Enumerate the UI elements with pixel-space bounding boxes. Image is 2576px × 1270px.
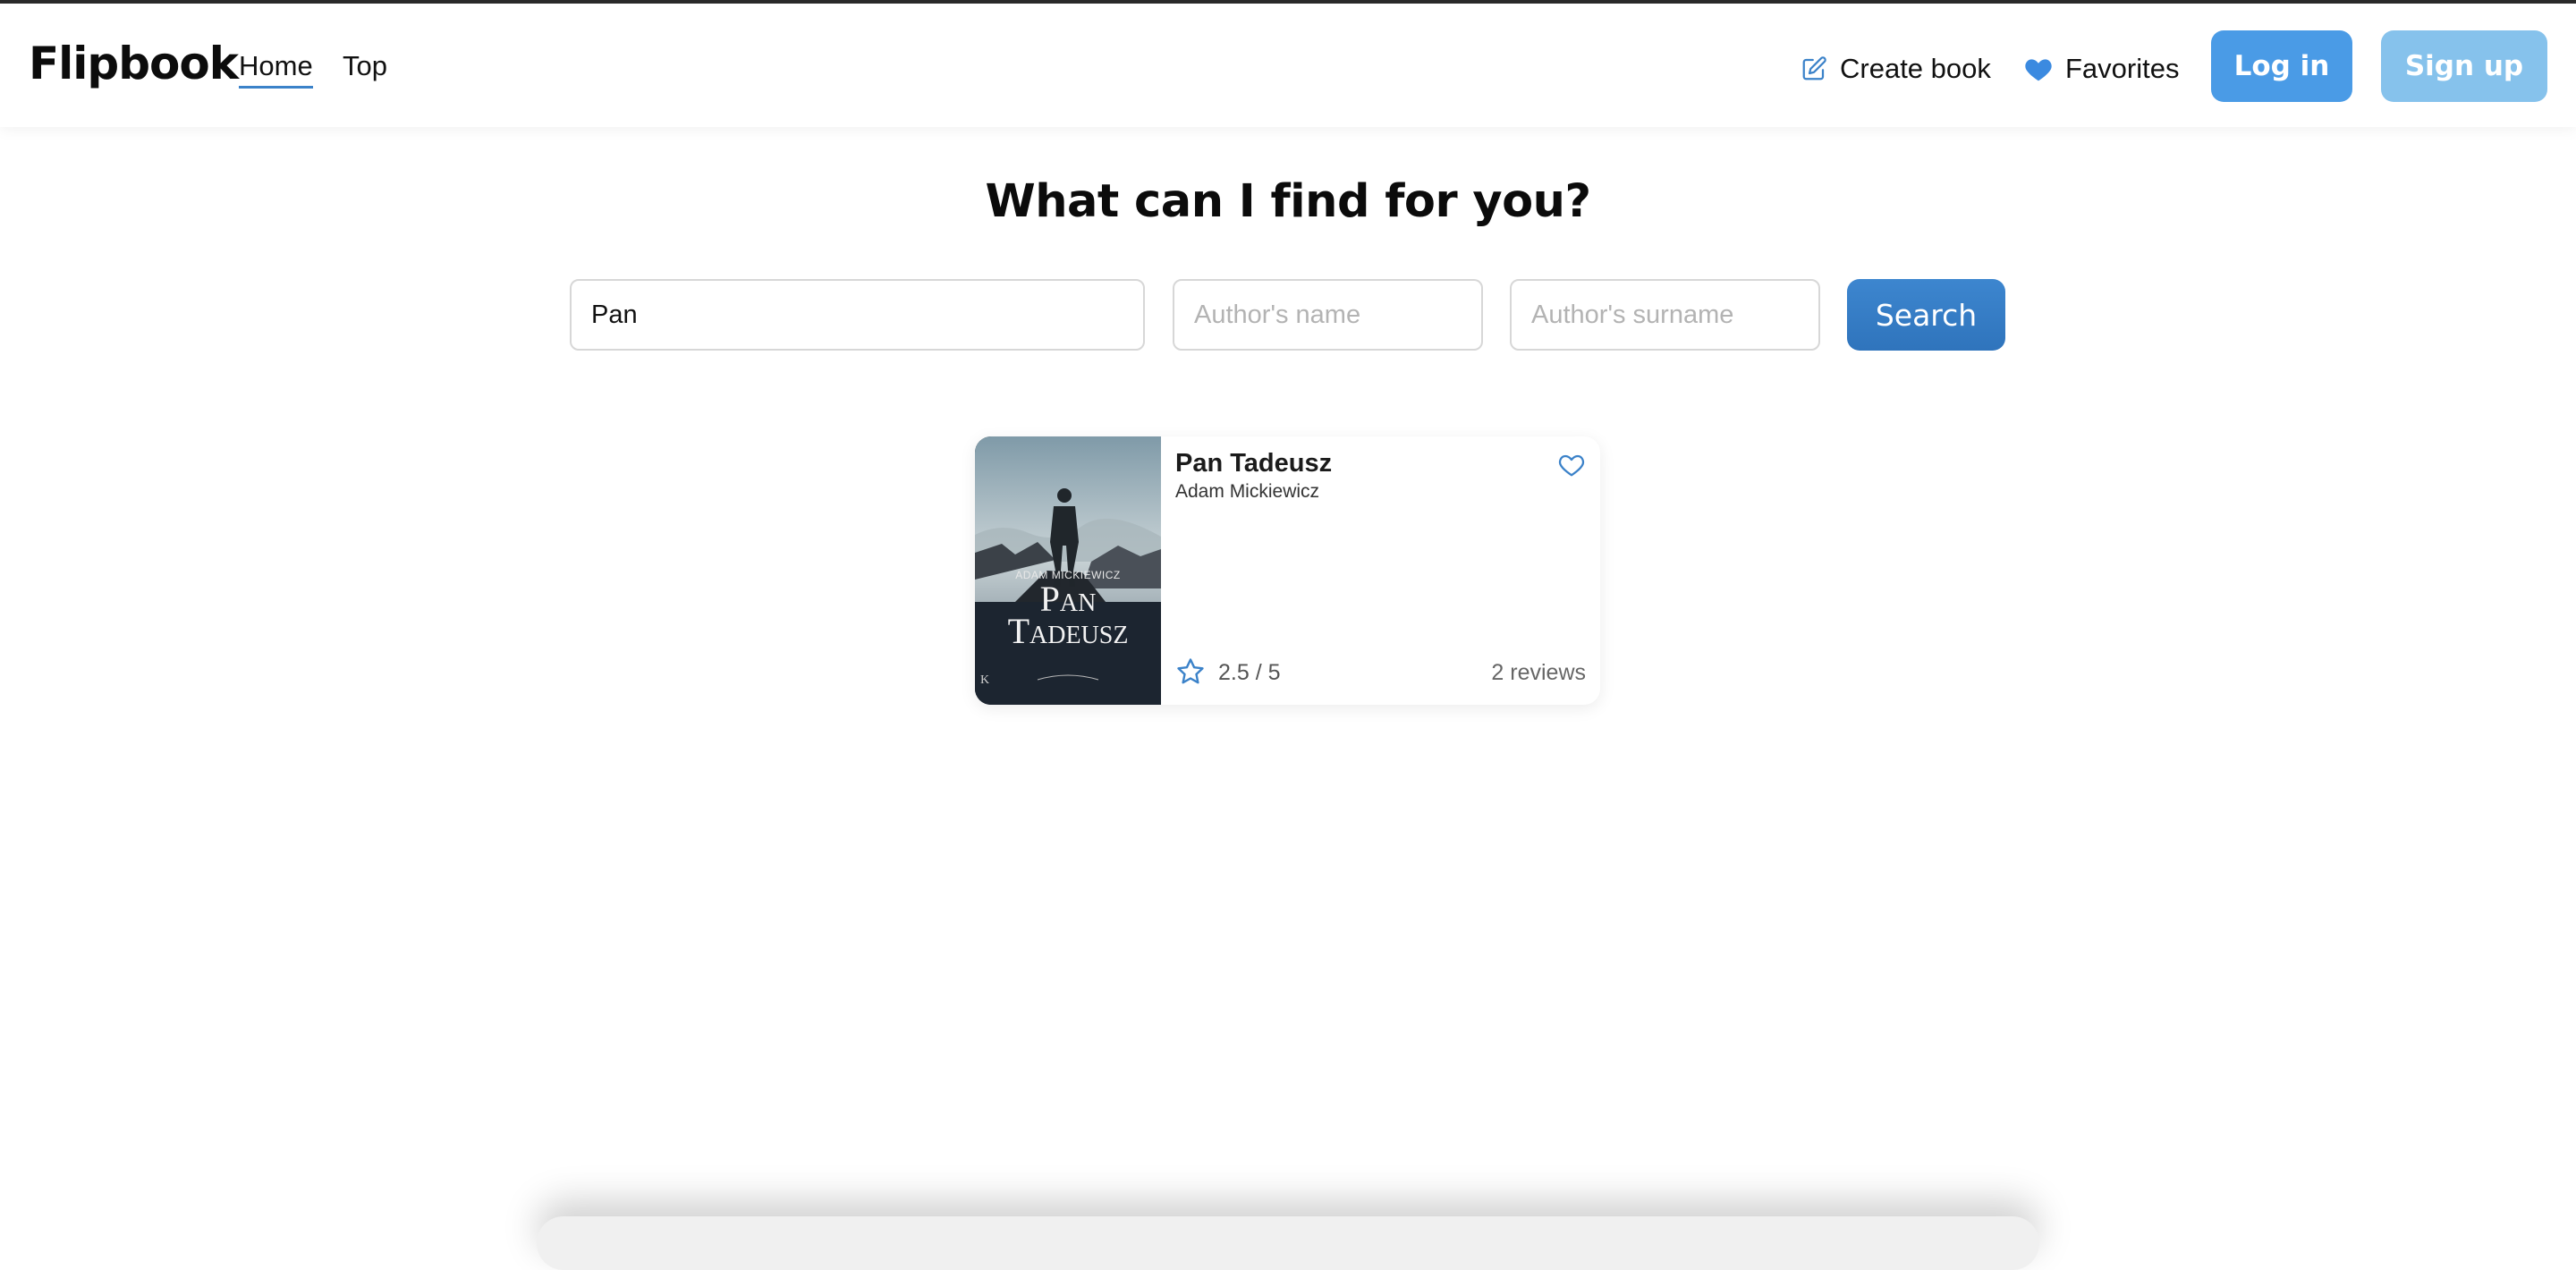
nav-top-link[interactable]: Top xyxy=(343,50,387,82)
author-name-input[interactable] xyxy=(1173,279,1483,351)
author-surname-input[interactable] xyxy=(1510,279,1820,351)
book-cover[interactable]: ADAM MICKIEWICZ Pan Tadeusz K xyxy=(975,436,1161,705)
star-outline-icon xyxy=(1175,656,1206,691)
book-author: Adam Mickiewicz xyxy=(1175,481,1320,502)
reviews-count[interactable]: 2 reviews xyxy=(1491,660,1586,686)
page-heading: What can I find for you? xyxy=(985,175,1591,228)
book-title[interactable]: Pan Tadeusz xyxy=(1175,449,1332,478)
create-book-label: Create book xyxy=(1840,53,1991,84)
heart-outline-icon[interactable] xyxy=(1558,453,1585,482)
cover-title-text: Pan Tadeusz xyxy=(1007,579,1129,651)
rating-value: 2.5 / 5 xyxy=(1218,660,1281,685)
edit-icon xyxy=(1801,55,1827,82)
title-search-input[interactable] xyxy=(570,279,1145,351)
nav-home-link[interactable]: Home xyxy=(239,50,313,89)
search-button[interactable]: Search xyxy=(1847,279,2005,351)
login-button[interactable]: Log in xyxy=(2211,30,2352,102)
create-book-link[interactable]: Create book xyxy=(1801,48,1991,89)
svg-text:K: K xyxy=(980,673,989,687)
favorites-link[interactable]: Favorites xyxy=(2024,48,2179,89)
book-card[interactable]: ADAM MICKIEWICZ Pan Tadeusz K Pan Tadeus… xyxy=(975,436,1600,705)
heart-filled-icon xyxy=(2024,55,2053,82)
top-navbar: Flipbook Home Top Create book Favorites … xyxy=(0,4,2576,127)
signup-button[interactable]: Sign up xyxy=(2381,30,2547,102)
logo[interactable]: Flipbook xyxy=(29,38,239,89)
bottom-panel-edge xyxy=(537,1216,2039,1270)
favorites-label: Favorites xyxy=(2065,53,2180,84)
